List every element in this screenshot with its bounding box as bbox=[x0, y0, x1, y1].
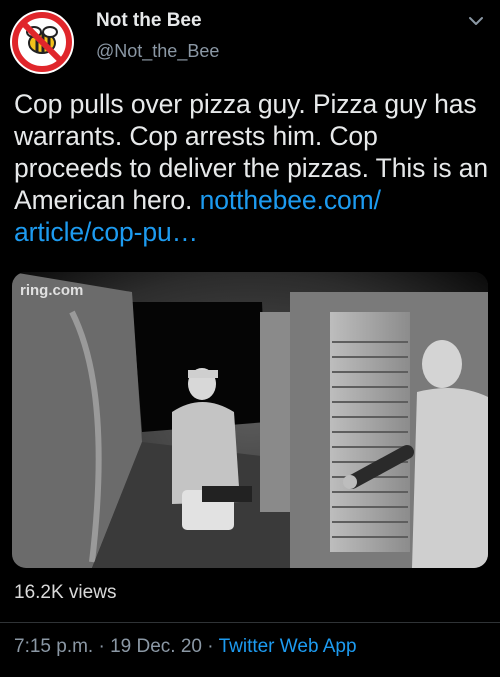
display-name[interactable]: Not the Bee bbox=[96, 10, 202, 32]
video-watermark: ring.com bbox=[20, 282, 84, 299]
view-count: 16.2K views bbox=[14, 582, 117, 603]
chevron-down-icon[interactable] bbox=[466, 11, 486, 31]
tweet-meta: 7:15 p.m. · 19 Dec. 20 · Twitter Web App bbox=[14, 636, 357, 658]
divider bbox=[0, 622, 500, 623]
avatar[interactable] bbox=[10, 10, 74, 74]
article-link-part2[interactable]: article/cop-pu… bbox=[14, 217, 198, 247]
meta-separator: · bbox=[98, 636, 105, 657]
source-app-link[interactable]: Twitter Web App bbox=[219, 636, 357, 657]
tweet-date[interactable]: 19 Dec. 20 bbox=[110, 636, 202, 657]
tweet-header: Not the Bee @Not_the_Bee bbox=[0, 0, 500, 80]
tweet-time[interactable]: 7:15 p.m. bbox=[14, 636, 93, 657]
article-link-part1[interactable]: notthebee.com/ bbox=[200, 185, 381, 215]
user-handle[interactable]: @Not_the_Bee bbox=[96, 41, 219, 62]
meta-separator: · bbox=[207, 636, 214, 657]
video-frame bbox=[12, 272, 488, 568]
video-player[interactable]: ring.com bbox=[12, 272, 488, 568]
not-the-bee-logo-icon bbox=[12, 12, 72, 72]
tweet-text: Cop pulls over pizza guy. Pizza guy has … bbox=[14, 88, 490, 248]
